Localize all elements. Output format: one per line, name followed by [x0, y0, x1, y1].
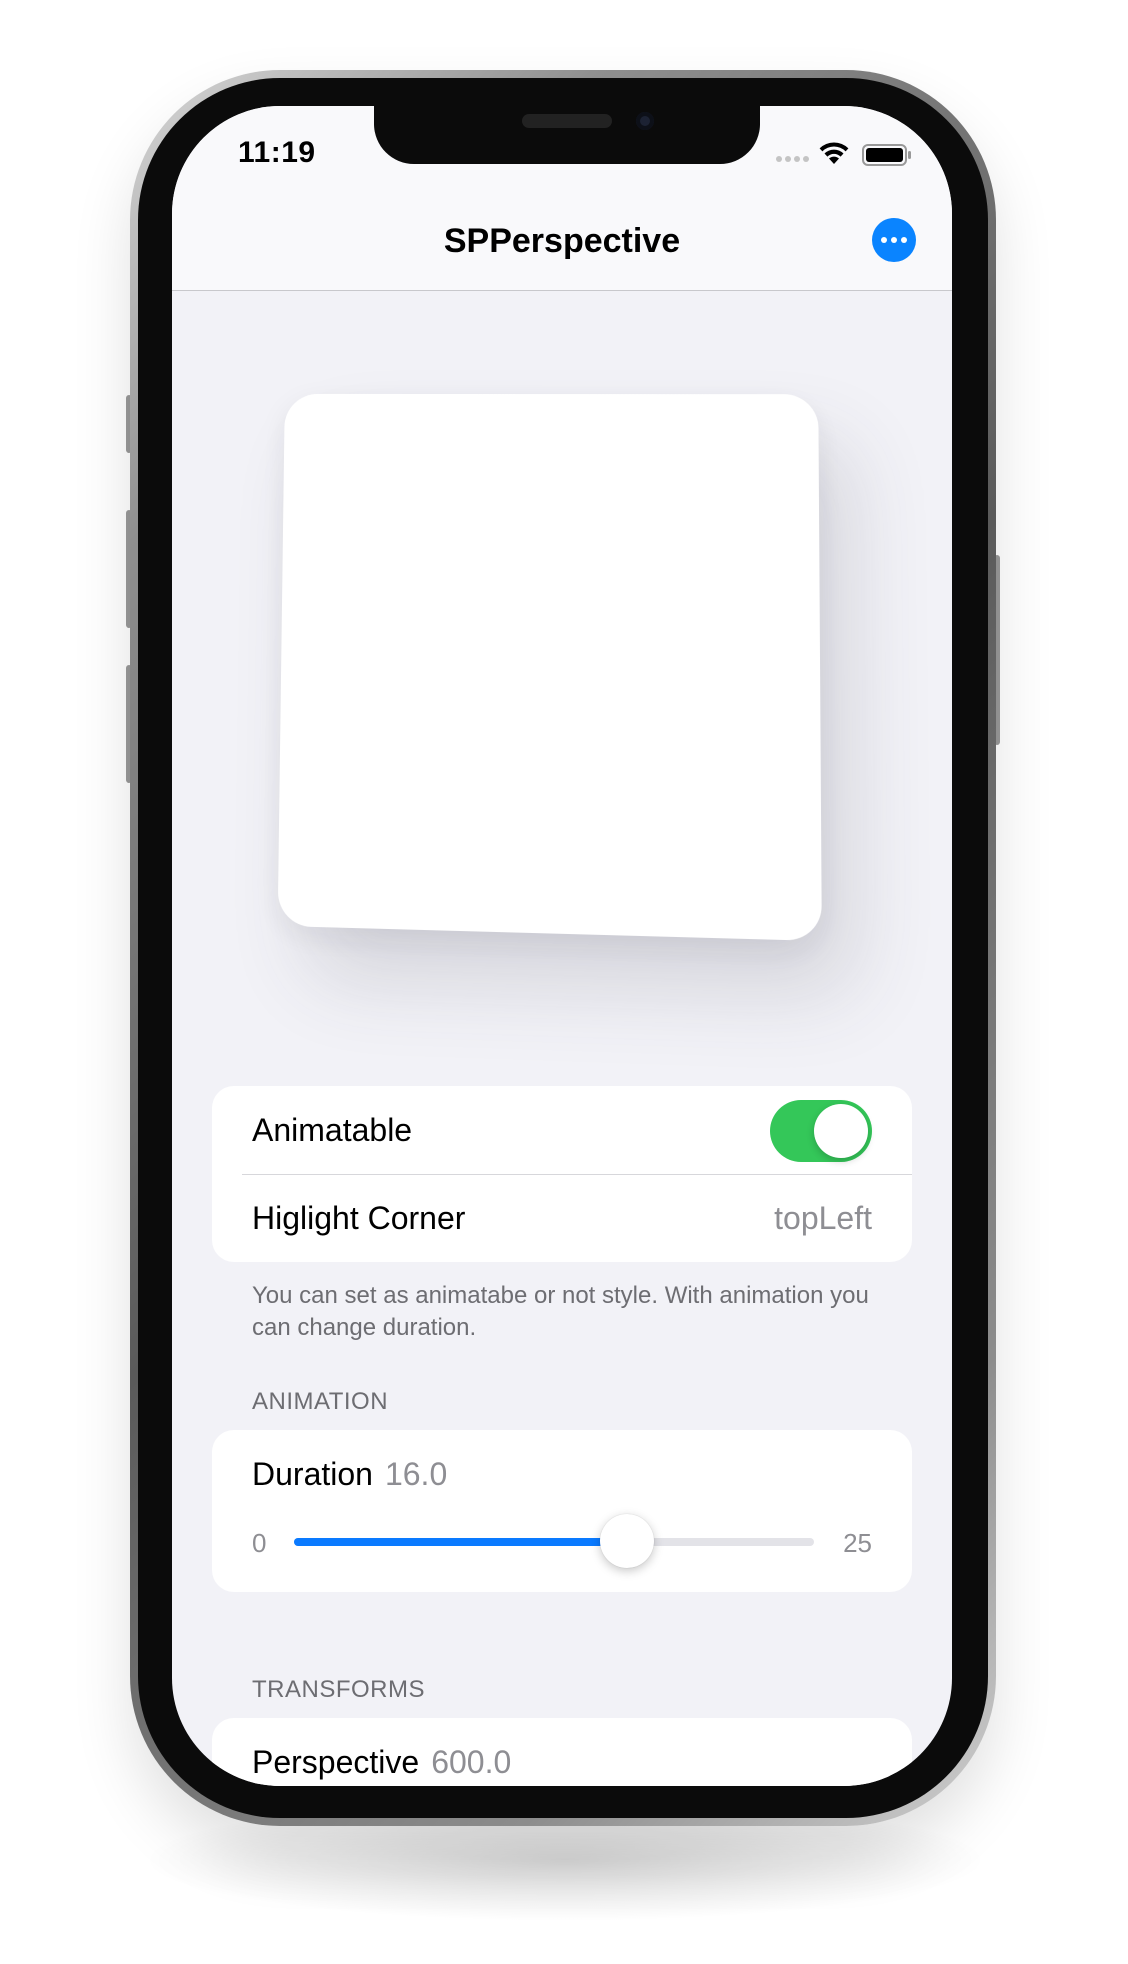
- animatable-row: Animatable: [212, 1086, 912, 1174]
- settings-group: Animatable Higlight Corner topLeft: [212, 1086, 912, 1262]
- slider-thumb[interactable]: [599, 1514, 654, 1568]
- notch: [374, 106, 760, 164]
- duration-slider[interactable]: [294, 1514, 814, 1568]
- wifi-icon: [819, 142, 849, 164]
- speaker-grille: [522, 114, 612, 128]
- transforms-group: Perspective 600.0: [212, 1718, 912, 1786]
- perspective-label: Perspective: [252, 1744, 420, 1780]
- battery-icon: [862, 144, 911, 166]
- animation-section-header: ANIMATION: [252, 1388, 389, 1415]
- front-camera: [636, 112, 654, 130]
- status-time: 11:19: [238, 136, 316, 169]
- animatable-label: Animatable: [252, 1112, 413, 1148]
- animatable-toggle[interactable]: [770, 1100, 872, 1162]
- transforms-section-header: TRANSFORMS: [252, 1676, 425, 1703]
- highlight-corner-row[interactable]: Higlight Corner topLeft: [212, 1175, 912, 1262]
- duration-value: 16.0: [384, 1456, 448, 1492]
- navigation-bar: SPPerspective: [172, 186, 952, 291]
- duration-max-label: 25: [843, 1528, 872, 1558]
- screen: 11:19 SPPerspective Animatable Higlight …: [172, 106, 952, 1786]
- duration-label-line: Duration 16.0: [252, 1456, 447, 1493]
- perspective-label-line: Perspective 600.0: [252, 1744, 511, 1781]
- settings-footer-note: You can set as animatabe or not style. W…: [252, 1282, 869, 1341]
- highlight-corner-value: topLeft: [774, 1200, 872, 1236]
- highlight-corner-label: Higlight Corner: [252, 1200, 466, 1236]
- more-button[interactable]: [872, 218, 916, 262]
- duration-min-label: 0: [252, 1528, 267, 1558]
- ellipsis-icon: [881, 237, 887, 243]
- perspective-preview-card[interactable]: [277, 393, 822, 942]
- perspective-value: 600.0: [431, 1744, 512, 1780]
- duration-label: Duration: [252, 1456, 373, 1492]
- cellular-signal-icon: [776, 156, 809, 162]
- slider-fill: [294, 1538, 627, 1546]
- toggle-knob: [814, 1104, 868, 1158]
- page-title: SPPerspective: [443, 222, 681, 260]
- animation-group: Duration 16.0 0 25: [212, 1430, 912, 1592]
